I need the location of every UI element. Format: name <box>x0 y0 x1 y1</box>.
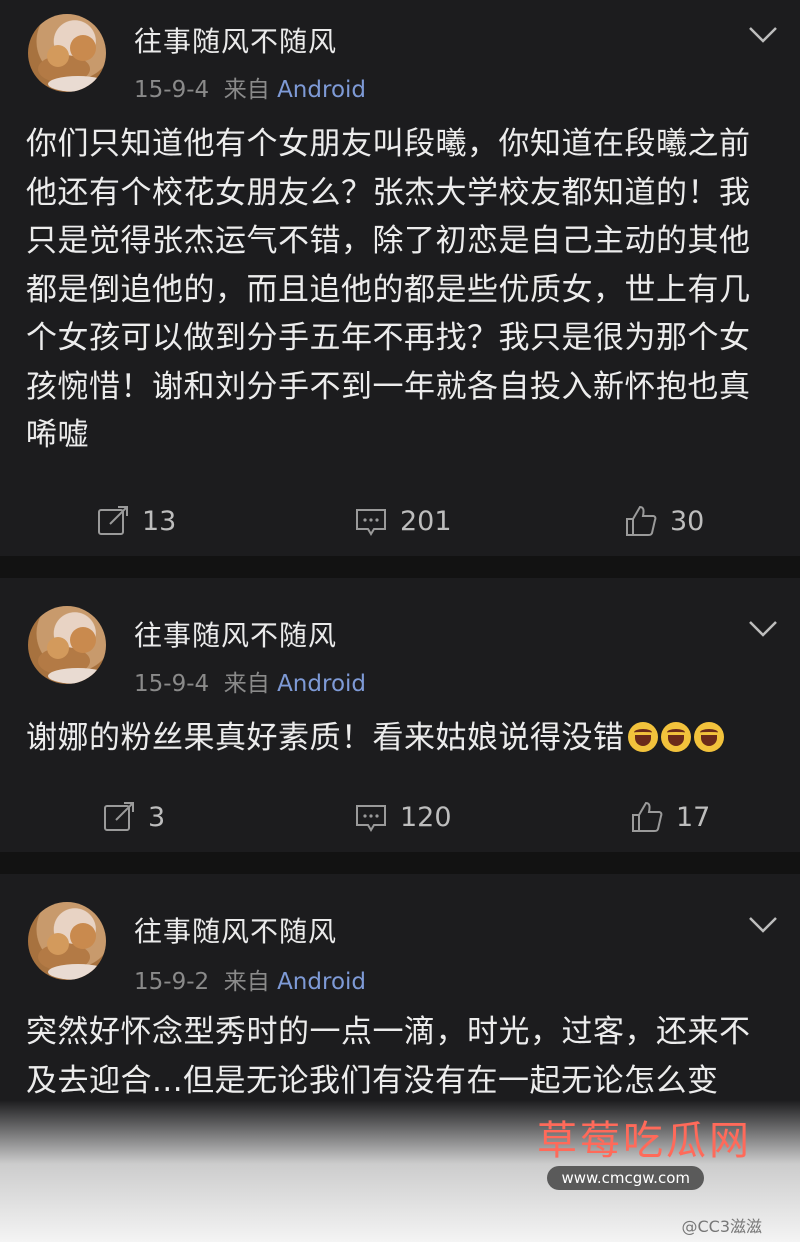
username[interactable]: 往事随风不随风 <box>134 910 337 950</box>
repost-icon <box>98 506 128 535</box>
action-bar: 3 120 17 <box>0 792 800 842</box>
like-icon <box>632 801 663 832</box>
laugh-emoji <box>693 722 724 752</box>
repost-button[interactable]: 13 <box>96 496 176 546</box>
user-avatar[interactable] <box>28 14 106 92</box>
source-link[interactable]: Android <box>277 671 366 697</box>
chevron-down-icon[interactable] <box>746 912 780 936</box>
source-link[interactable]: Android <box>277 969 366 995</box>
from-label: 来自 <box>223 969 270 995</box>
post-text-row: 谢娜的粉丝果真好素质！看来姑娘说得没错 <box>26 714 778 763</box>
repost-icon <box>104 802 134 831</box>
from-label: 来自 <box>223 77 270 103</box>
post-date: 15-9-2 <box>134 969 210 995</box>
from-label: 来自 <box>223 671 270 697</box>
like-button[interactable]: 17 <box>630 792 710 842</box>
post-date: 15-9-4 <box>134 77 210 103</box>
post-meta: 15-9-4 来自 Android <box>134 664 366 698</box>
like-button[interactable]: 30 <box>624 496 704 546</box>
comment-count: 201 <box>400 505 452 537</box>
watermark-url: www.cmcgw.com <box>547 1166 704 1190</box>
separator <box>0 556 800 578</box>
watermark-credit: @CC3滋滋 <box>681 1217 762 1236</box>
chevron-down-icon[interactable] <box>746 616 780 640</box>
action-bar: 13 201 30 <box>0 496 800 546</box>
post-text: 突然好怀念型秀时的一点一滴，时光，过客，还来不及去迎合...但是无论我们有没有在… <box>26 1014 751 1099</box>
comment-button[interactable]: 201 <box>354 496 452 546</box>
like-count: 30 <box>670 505 705 537</box>
user-avatar[interactable] <box>28 902 106 980</box>
watermark-title: 草莓吃瓜网 <box>537 1118 752 1164</box>
post-date: 15-9-4 <box>134 671 210 697</box>
repost-count: 13 <box>142 505 177 537</box>
chevron-down-icon[interactable] <box>746 22 780 46</box>
source-link[interactable]: Android <box>277 77 366 103</box>
post-2: 往事随风不随风 15-9-4 来自 Android 谢娜的粉丝果真好素质！看来姑… <box>0 578 800 852</box>
comment-icon <box>356 509 386 536</box>
post-meta: 15-9-4 来自 Android <box>134 70 366 104</box>
like-count: 17 <box>676 801 711 833</box>
username[interactable]: 往事随风不随风 <box>134 614 337 654</box>
laugh-emoji <box>627 722 658 752</box>
repost-button[interactable]: 3 <box>102 792 165 842</box>
comment-button[interactable]: 120 <box>354 792 452 842</box>
username[interactable]: 往事随风不随风 <box>134 20 337 60</box>
repost-count: 3 <box>148 801 166 833</box>
like-icon <box>626 505 657 536</box>
post-text: 谢娜的粉丝果真好素质！看来姑娘说得没错 <box>26 720 625 756</box>
post-meta: 15-9-2 来自 Android <box>134 962 366 996</box>
user-avatar[interactable] <box>28 606 106 684</box>
post-1: 往事随风不随风 15-9-4 来自 Android 你们只知道他有个女朋友叫段曦… <box>0 0 800 556</box>
post-text: 你们只知道他有个女朋友叫段曦，你知道在段曦之前他还有个校花女朋友么？张杰大学校友… <box>26 126 751 453</box>
separator <box>0 852 800 874</box>
comment-icon <box>356 805 386 832</box>
comment-count: 120 <box>400 801 452 833</box>
laugh-emoji <box>660 722 691 752</box>
